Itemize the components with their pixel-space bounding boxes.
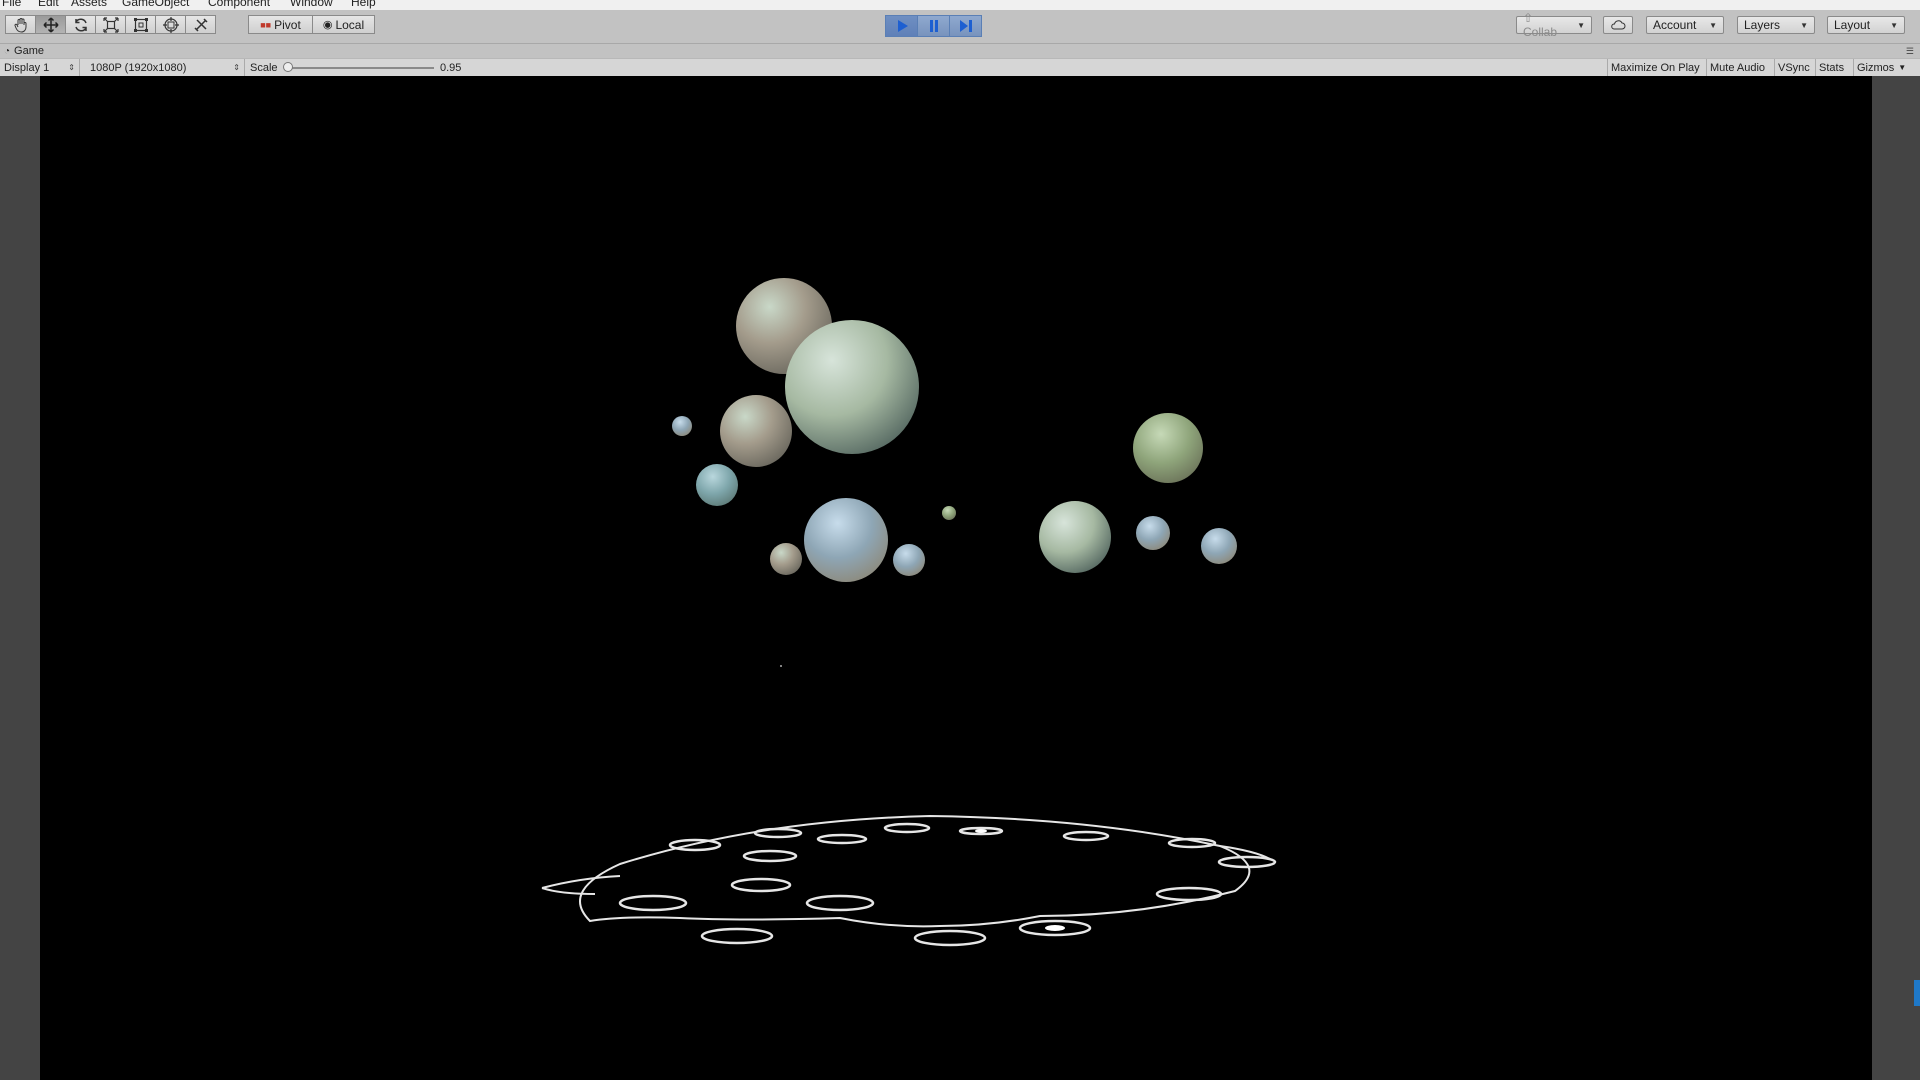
hand-tool-button[interactable] [5, 15, 36, 34]
layout-label: Layout [1834, 18, 1871, 32]
pivot-icon: ■■ [260, 19, 272, 30]
cloud-button[interactable] [1603, 16, 1633, 34]
sphere [770, 543, 802, 575]
menu-window[interactable]: Window [290, 0, 333, 9]
layout-dropdown[interactable]: Layout ▼ [1827, 16, 1905, 34]
chevron-down-icon: ▼ [1577, 20, 1585, 30]
menu-gameobject[interactable]: GameObject [122, 0, 189, 9]
step-icon [959, 20, 972, 32]
gizmos-dropdown[interactable]: Gizmos ▼ [1853, 59, 1920, 76]
rotate-icon [74, 17, 87, 32]
layout-group: Layout ▼ [1827, 16, 1905, 34]
sphere [1133, 413, 1203, 483]
custom-tool-button[interactable] [185, 15, 216, 34]
menu-help[interactable]: Help [351, 0, 376, 9]
scale-icon [102, 16, 119, 33]
local-label: Local [335, 17, 365, 32]
menu-file[interactable]: File [2, 0, 21, 9]
scale-tool-button[interactable] [95, 15, 126, 34]
cloud-icon [1611, 20, 1626, 30]
scene-render [541, 278, 1277, 947]
menu-bar: File Edit Assets GameObject Component Wi… [0, 0, 1920, 10]
chevron-down-icon: ▼ [1709, 20, 1717, 30]
pivot-toggle[interactable]: ■■ Pivot [248, 15, 313, 34]
pacman-icon: ◔ [4, 45, 11, 57]
globe-icon: ◉ [322, 19, 333, 31]
updown-icon: ⇕ [68, 63, 75, 72]
sphere [720, 395, 792, 467]
display-select[interactable]: Display 1 ⇕ [0, 59, 80, 76]
hand-icon [14, 17, 26, 33]
transform-tool-button[interactable] [155, 15, 186, 34]
sphere [1136, 516, 1170, 550]
step-button[interactable] [949, 15, 982, 37]
game-viewport[interactable] [40, 76, 1872, 1080]
rect-tool-button[interactable] [125, 15, 156, 34]
maximize-on-play-toggle[interactable]: Maximize On Play [1607, 59, 1703, 76]
resolution-select[interactable]: 1080P (1920x1080) ⇕ [85, 59, 245, 76]
play-icon [897, 20, 908, 32]
pivot-local-group: ■■ Pivot ◉ Local [248, 15, 375, 34]
main-toolbar: ■■ Pivot ◉ Local ⇧ Collab ▼ Account ▼ La… [0, 10, 1920, 44]
game-tab-label: Game [14, 45, 45, 57]
rect-icon [133, 17, 148, 32]
scale-slider-track[interactable] [285, 67, 434, 69]
upload-icon: ⇧ [1523, 11, 1534, 25]
sphere [785, 320, 919, 454]
layers-dropdown[interactable]: Layers ▼ [1737, 16, 1815, 34]
game-tab[interactable]: ◔ Game [4, 45, 44, 57]
sphere [1201, 528, 1237, 564]
transform-tools [5, 15, 216, 34]
vsync-toggle[interactable]: VSync [1774, 59, 1813, 76]
edge-indicator [1914, 980, 1920, 1006]
sphere [672, 416, 692, 436]
scale-label: Scale [250, 61, 278, 74]
playback-controls [885, 15, 982, 37]
game-view-controls: Display 1 ⇕ 1080P (1920x1080) ⇕ Scale 0.… [0, 58, 1920, 77]
chevron-down-icon: ▼ [1800, 20, 1808, 30]
move-arrows-icon [42, 16, 59, 33]
updown-icon: ⇕ [233, 63, 240, 72]
display-label: Display 1 [4, 61, 50, 74]
layers-label: Layers [1744, 18, 1781, 32]
collab-dropdown[interactable]: ⇧ Collab ▼ [1516, 11, 1592, 39]
scale-value: 0.95 [440, 61, 462, 74]
move-tool-button[interactable] [35, 15, 66, 34]
sphere [696, 464, 738, 506]
menu-edit[interactable]: Edit [38, 0, 59, 9]
scale-slider-thumb[interactable] [283, 62, 293, 72]
mute-audio-toggle[interactable]: Mute Audio [1706, 59, 1768, 76]
chevron-down-icon: ▼ [1890, 20, 1898, 30]
cloud-group [1603, 16, 1633, 34]
tools-icon [193, 17, 208, 32]
account-group: Account ▼ [1646, 16, 1724, 34]
account-dropdown[interactable]: Account ▼ [1646, 16, 1724, 34]
menu-assets[interactable]: Assets [71, 0, 107, 9]
play-button[interactable] [885, 15, 918, 37]
pause-button[interactable] [917, 15, 950, 37]
stats-toggle[interactable]: Stats [1815, 59, 1847, 76]
pivot-label: Pivot [274, 17, 301, 32]
menu-component[interactable]: Component [208, 0, 270, 9]
account-label: Account [1653, 18, 1697, 32]
collab-group: ⇧ Collab ▼ [1516, 11, 1592, 39]
speck [780, 665, 782, 667]
resolution-label: 1080P (1920x1080) [90, 61, 187, 74]
gizmos-label: Gizmos [1857, 61, 1895, 74]
sphere [804, 498, 888, 582]
chevron-down-icon: ▼ [1898, 63, 1907, 72]
collab-label: ⇧ Collab [1523, 11, 1558, 39]
transform-icon [162, 16, 179, 33]
sphere [1039, 501, 1111, 573]
game-tab-bar: ◔ Game ☰ [0, 44, 1920, 58]
sphere [942, 506, 956, 520]
rotate-tool-button[interactable] [65, 15, 96, 34]
layers-group: Layers ▼ [1737, 16, 1815, 34]
sphere [893, 544, 925, 576]
tab-menu-icon[interactable]: ☰ [1906, 46, 1914, 57]
pause-icon [929, 20, 938, 32]
local-toggle[interactable]: ◉ Local [312, 15, 375, 34]
